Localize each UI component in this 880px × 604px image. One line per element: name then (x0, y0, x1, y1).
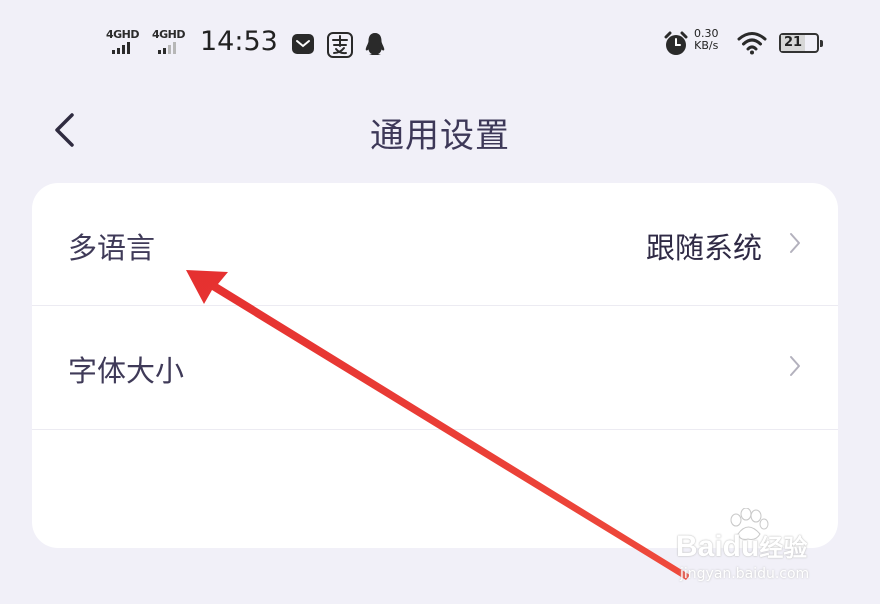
watermark-url: jingyan.baidu.com (680, 566, 810, 582)
watermark-brand: Baidu经验 (676, 530, 808, 563)
baidu-watermark: Baidu经验 jingyan.baidu.com (676, 508, 836, 588)
